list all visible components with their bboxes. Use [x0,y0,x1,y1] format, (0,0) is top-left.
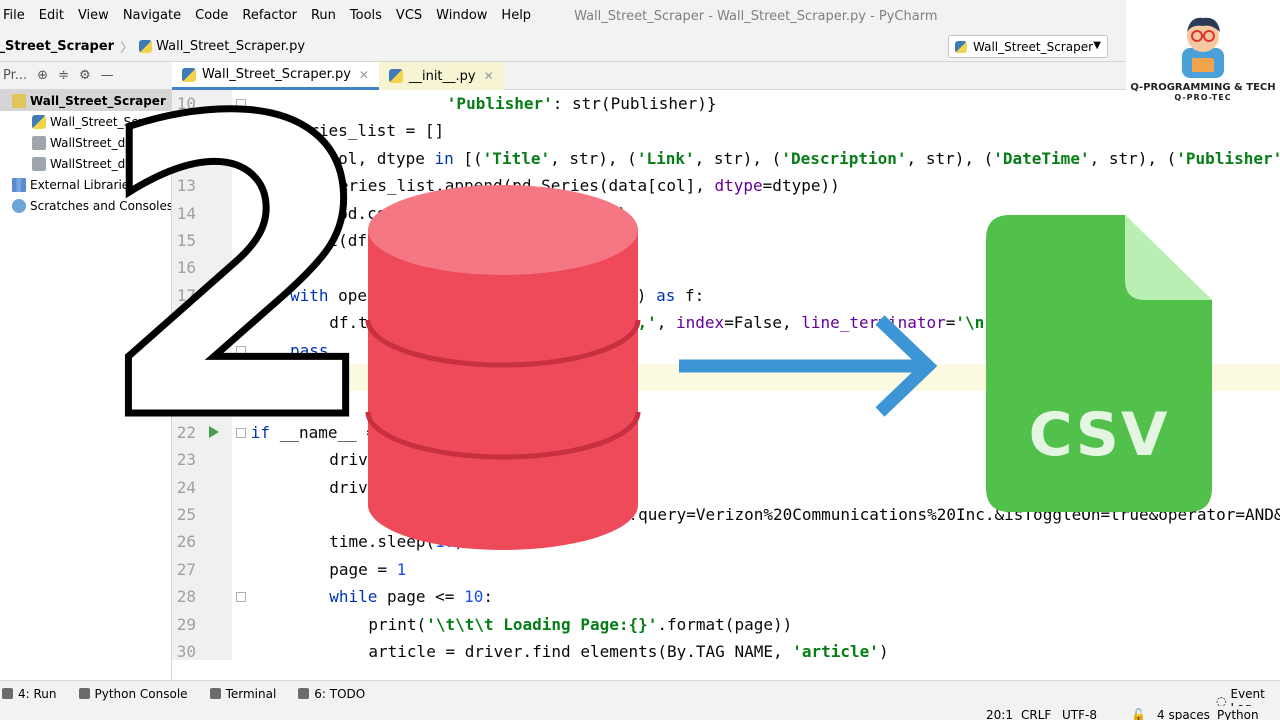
brand-name: Q-PROGRAMMING & TECH [1130,82,1276,93]
database-icon [365,185,641,550]
avatar-icon [1182,17,1224,78]
arrow-right-icon [679,315,938,417]
csv-label: CSV [1028,400,1170,470]
channel-logo: Q-PROGRAMMING & TECH Q-PRO-TEC [1126,0,1280,128]
brand-subtitle: Q-PRO-TEC [1174,93,1232,102]
overlay-graphics [365,185,1212,550]
